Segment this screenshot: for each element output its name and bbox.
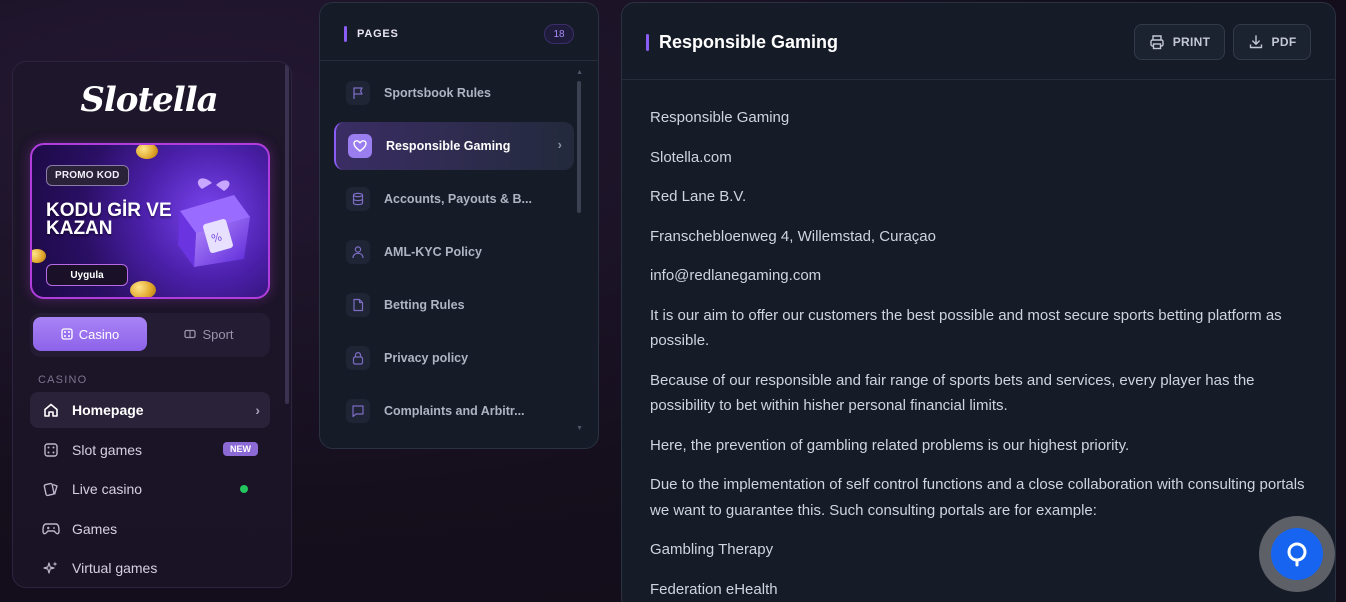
message-icon [346,399,370,423]
sidebar-item-games[interactable]: Games [30,511,270,547]
sidebar-item-label: Games [72,521,118,537]
sidebar-item-label: Live casino [72,481,143,497]
pdf-label: PDF [1271,35,1297,49]
brand-logo[interactable]: Slotella [13,80,285,120]
doc-paragraph: Because of our responsible and fair rang… [650,371,1255,415]
heart-icon [348,134,372,158]
document-body: Responsible Gaming Slotella.com Red Lane… [650,105,1310,602]
cards-icon [42,480,60,498]
new-badge: NEW [223,442,258,456]
coin-icon [136,145,158,159]
casino-section-label: CASINO [38,374,88,386]
sport-mode-label: Sport [202,326,234,342]
page-item-label: Privacy policy [384,351,469,365]
download-icon [1249,35,1262,49]
gamepad-icon [42,520,60,538]
sidebar: Slotella PROMO KOD KODU GİR VE KAZAN Uyg… [12,61,292,588]
lock-icon [346,346,370,370]
promo-tag: PROMO KOD [46,165,129,186]
pages-scrollbar[interactable] [577,81,581,213]
sparkle-icon [42,559,60,577]
sidebar-item-label: Virtual games [72,560,158,576]
doc-paragraph: Slotella.com [650,148,732,166]
pages-count-badge: 18 [544,24,574,44]
print-button[interactable]: PRINT [1134,24,1225,60]
printer-icon [1150,35,1164,50]
sidebar-item-label: Slot games [72,442,143,458]
promo-apply-button[interactable]: Uygula [46,264,128,286]
print-label: PRINT [1172,35,1211,49]
doc-paragraph: Franschebloenweg 4, Willemstad, Curaçao [650,227,936,245]
pages-header: PAGES 18 [320,3,598,61]
slot-icon [42,441,60,459]
chevron-right-icon: › [557,137,562,152]
page-item-label: AML-KYC Policy [384,245,482,259]
chat-button[interactable] [1271,528,1323,580]
casino-mode-label: Casino [78,326,120,342]
chat-bubble-icon [1287,542,1307,567]
casino-sport-toggle: Casino Sport [30,313,270,357]
home-icon [42,401,60,419]
page-item-label: Sportsbook Rules [384,86,491,100]
database-icon [346,187,370,211]
page-title: Responsible Gaming [659,32,839,52]
doc-paragraph: It is our aim to offer our customers the… [650,306,1282,350]
ticket-icon [184,329,197,339]
user-icon [346,240,370,264]
sport-mode-button[interactable]: Sport [152,317,266,351]
sidebar-scrollbar[interactable] [285,64,289,404]
pages-panel: PAGES 18 Sportsbook Rules Responsible Ga… [319,2,599,449]
gift-box-icon: % [178,178,250,267]
pages-title: PAGES [357,28,399,40]
sidebar-item-homepage[interactable]: Homepage › [30,392,270,428]
file-icon [346,293,370,317]
page-item-sportsbook-rules[interactable]: Sportsbook Rules [334,69,574,117]
sidebar-item-virtual-games[interactable]: Virtual games [30,550,270,586]
scroll-up-icon[interactable]: ▲ [576,69,583,76]
content-panel: Responsible Gaming PRINT PDF Responsible… [621,2,1336,602]
page-item-label: Complaints and Arbitr... [384,404,525,418]
page-item-betting-rules[interactable]: Betting Rules [334,281,574,329]
sidebar-item-label: Homepage [72,402,144,418]
pdf-button[interactable]: PDF [1233,24,1311,60]
page-item-accounts-payouts[interactable]: Accounts, Payouts & B... [334,175,574,223]
page-item-responsible-gaming[interactable]: Responsible Gaming › [334,122,574,170]
live-status-dot [240,485,248,493]
doc-paragraph: Federation eHealth [650,580,778,598]
page-item-label: Accounts, Payouts & B... [384,192,532,206]
doc-paragraph: Due to the implementation of self contro… [650,476,1305,519]
promo-banner[interactable]: PROMO KOD KODU GİR VE KAZAN Uygula % [30,143,270,299]
page-item-complaints[interactable]: Complaints and Arbitr... [334,387,574,435]
page-item-aml-kyc-policy[interactable]: AML-KYC Policy [334,228,574,276]
content-header: Responsible Gaming PRINT PDF [622,3,1335,80]
coin-icon [130,281,156,297]
scroll-down-icon[interactable]: ▼ [576,425,583,432]
flag-icon [346,81,370,105]
chevron-right-icon: › [255,402,260,418]
doc-paragraph: info@redlanegaming.com [650,267,822,284]
casino-mode-button[interactable]: Casino [33,317,147,351]
sidebar-item-slot-games[interactable]: Slot games NEW [30,432,270,468]
dice-icon [61,328,73,340]
doc-paragraph: Responsible Gaming [650,109,790,126]
doc-paragraph: Gambling Therapy [650,541,774,558]
promo-title: KODU GİR VE KAZAN [46,200,172,239]
doc-paragraph: Here, the prevention of gambling related… [650,436,1130,454]
sidebar-item-live-casino[interactable]: Live casino [30,471,270,507]
page-item-privacy-policy[interactable]: Privacy policy [334,334,574,382]
coin-icon [32,249,46,263]
page-item-label: Betting Rules [384,298,465,312]
doc-paragraph: Red Lane B.V. [650,188,747,205]
page-item-label: Responsible Gaming [386,139,511,153]
accent-bar [646,34,649,51]
accent-bar [344,26,347,42]
